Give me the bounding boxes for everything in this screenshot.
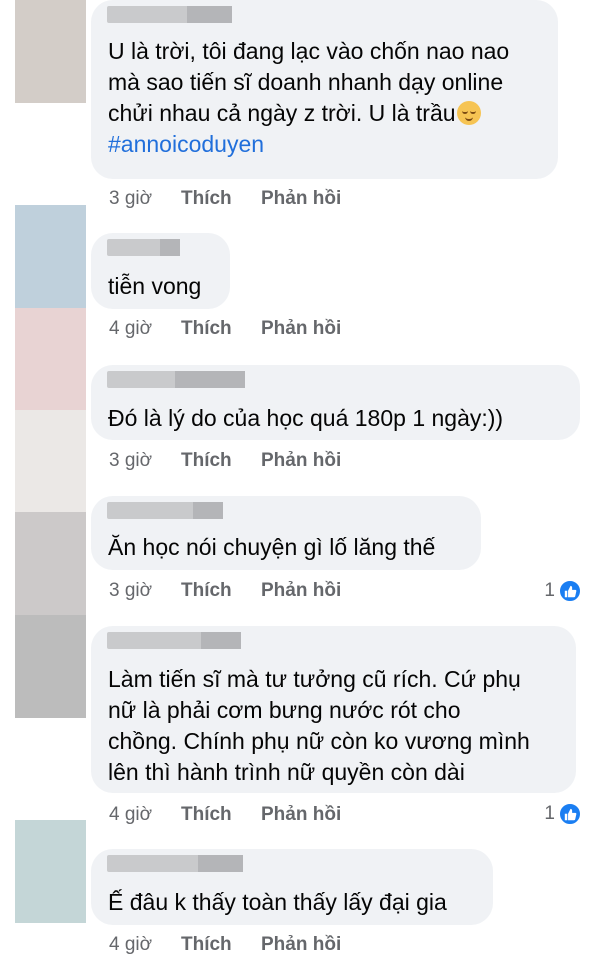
thumbs-up-icon [558,579,582,603]
reply-button[interactable]: Phản hồi [261,318,341,340]
reaction-summary[interactable]: 1 [544,802,582,826]
commenter-name-blurred[interactable] [107,632,241,649]
comment-time[interactable]: 4 giờ [109,318,152,340]
avatar[interactable] [15,0,86,103]
like-button[interactable]: Thích [181,580,232,602]
like-button[interactable]: Thích [181,804,232,826]
reaction-count: 1 [544,803,555,824]
comment-text: Ế đâu k thấy toàn thấy lấy đại gia [108,889,447,915]
like-button[interactable]: Thích [181,318,232,340]
hashtag-link[interactable]: #annoicoduyen [108,131,264,157]
comment-time[interactable]: 4 giờ [109,934,152,956]
comment-bubble: Ăn học nói chuyện gì lố lăng thế [91,496,481,570]
comment-time[interactable]: 3 giờ [109,188,152,210]
comment-text: Làm tiến sĩ mà tư tưởng cũ rích. Cứ phụ … [108,666,530,785]
comment-text: Đó là lý do của học quá 180p 1 ngày:)) [108,405,504,431]
avatar[interactable] [15,615,86,718]
comment-bubble: U là trời, tôi đang lạc vào chốn nao nao… [91,0,558,179]
comment-bubble: Ế đâu k thấy toàn thấy lấy đại gia [91,849,493,925]
comment-time[interactable]: 4 giờ [109,804,152,826]
commenter-name-blurred[interactable] [107,239,180,256]
comment-text: U là trời, tôi đang lạc vào chốn nao nao… [108,36,544,160]
reply-button[interactable]: Phản hồi [261,934,341,956]
avatar[interactable] [15,512,86,615]
avatar[interactable] [15,820,86,923]
comment-time[interactable]: 3 giờ [109,580,152,602]
reaction-summary[interactable]: 1 [544,579,582,603]
comment-text: Ăn học nói chuyện gì lố lăng thế [108,534,436,560]
thumbs-up-icon [558,802,582,826]
reply-button[interactable]: Phản hồi [261,580,341,602]
comment-bubble: Làm tiến sĩ mà tư tưởng cũ rích. Cứ phụ … [91,626,576,793]
commenter-name-blurred[interactable] [107,6,232,23]
like-button[interactable]: Thích [181,450,232,472]
relieved-face-emoji-icon [456,101,481,125]
comment-bubble: tiễn vong [91,233,230,309]
avatar[interactable] [15,410,86,512]
commenter-name-blurred[interactable] [107,855,243,872]
avatar[interactable] [15,205,86,308]
like-button[interactable]: Thích [181,188,232,210]
commenter-name-blurred[interactable] [107,502,223,519]
like-button[interactable]: Thích [181,934,232,956]
avatar[interactable] [15,308,86,410]
commenter-name-blurred[interactable] [107,371,245,388]
reply-button[interactable]: Phản hồi [261,804,341,826]
comment-text: tiễn vong [108,273,202,299]
comment-bubble: Đó là lý do của học quá 180p 1 ngày:)) [91,365,580,440]
reply-button[interactable]: Phản hồi [261,188,341,210]
comment-time[interactable]: 3 giờ [109,450,152,472]
reply-button[interactable]: Phản hồi [261,450,341,472]
reaction-count: 1 [544,580,555,601]
comment-body: U là trời, tôi đang lạc vào chốn nao nao… [108,38,510,126]
